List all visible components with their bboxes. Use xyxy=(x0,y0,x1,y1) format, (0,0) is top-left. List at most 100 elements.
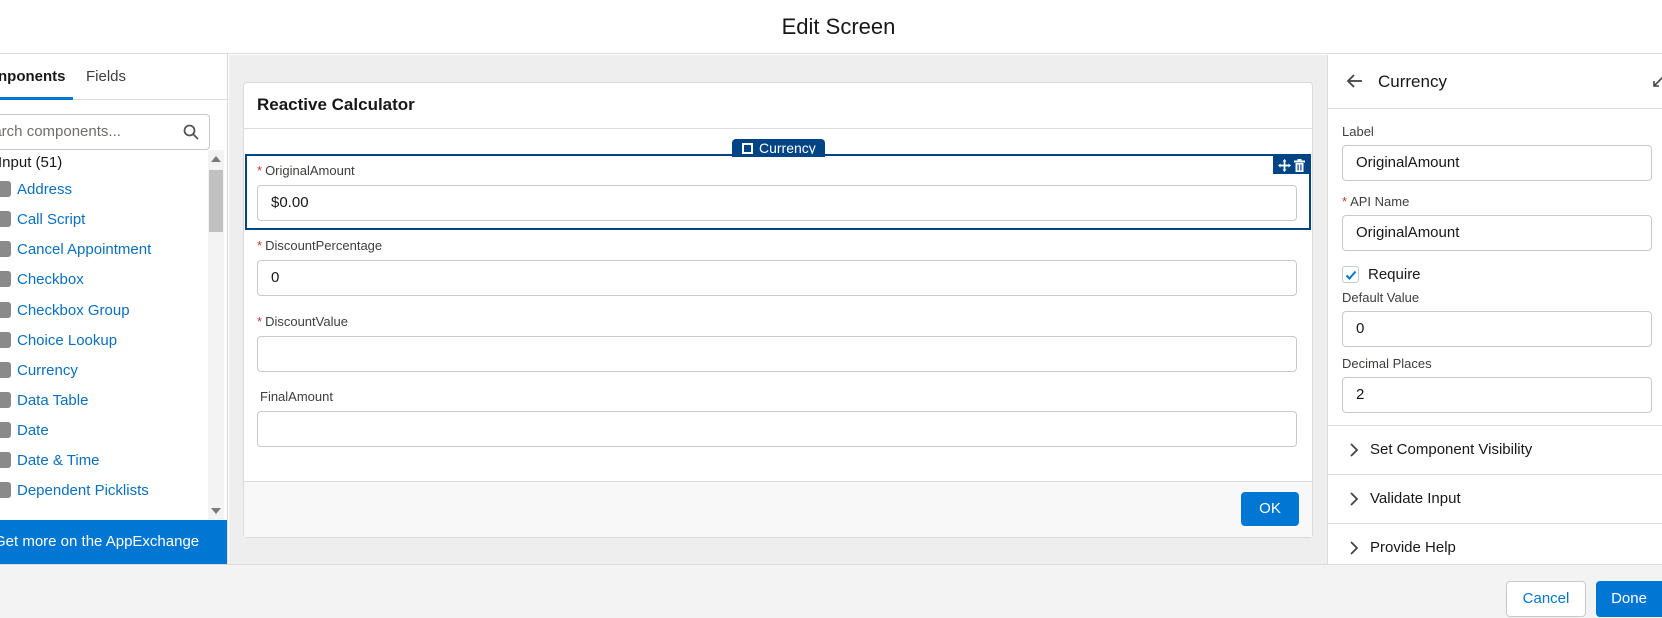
component-item-cancel-appointment[interactable]: Cancel Appointment xyxy=(0,238,151,260)
components-scrollbar[interactable] xyxy=(208,150,224,520)
final-amount-input[interactable] xyxy=(257,411,1297,447)
properties-header: Currency xyxy=(1328,55,1662,109)
decimal-places-label: Decimal Places xyxy=(1342,356,1432,371)
section-validate-input[interactable]: Validate Input xyxy=(1328,474,1662,523)
panel-tabs: nponents Fields xyxy=(0,54,227,100)
component-label: Cancel Appointment xyxy=(17,240,152,258)
cancel-button[interactable]: Cancel xyxy=(1506,581,1586,617)
field-discount-percentage: * DiscountPercentage 0 xyxy=(257,238,1297,296)
components-list: Input (51) Address Call Script Cancel Ap… xyxy=(0,150,208,520)
field-label-text: DiscountValue xyxy=(265,314,348,329)
modal-header: Edit Screen xyxy=(0,0,1662,54)
component-item-date-time[interactable]: Date & Time xyxy=(0,449,100,471)
api-name-label: * API Name xyxy=(1342,194,1652,212)
field-label-text: FinalAmount xyxy=(260,389,333,404)
chevron-right-icon xyxy=(1350,541,1359,555)
component-label: Data Table xyxy=(17,391,89,409)
card-title: Reactive Calculator xyxy=(257,95,415,114)
label-field-label: Label xyxy=(1342,124,1374,139)
section-label-input: Input (51) xyxy=(0,154,63,171)
date-time-icon xyxy=(0,452,11,468)
expand-icon[interactable] xyxy=(1653,75,1662,87)
scroll-down-arrow-icon[interactable] xyxy=(211,508,221,514)
address-icon xyxy=(0,181,11,197)
component-label: Date xyxy=(17,421,49,439)
required-marker: * xyxy=(1342,194,1348,209)
component-item-date[interactable]: Date xyxy=(0,419,49,441)
back-arrow-icon[interactable] xyxy=(1346,72,1364,90)
discount-percentage-input[interactable]: 0 xyxy=(257,260,1297,296)
required-marker: * xyxy=(257,163,263,178)
require-checkbox[interactable] xyxy=(1342,266,1359,283)
card-header: Reactive Calculator xyxy=(244,83,1312,129)
section-label: Set Component Visibility xyxy=(1370,441,1533,458)
field-label-text: OriginalAmount xyxy=(265,163,355,178)
currency-component-icon xyxy=(742,142,753,154)
currency-icon xyxy=(0,362,11,378)
field-original-amount: * OriginalAmount $0.00 xyxy=(257,163,1297,221)
field-label: * DiscountValue xyxy=(257,314,1297,332)
checkmark-icon xyxy=(1345,270,1356,280)
require-checkbox-row[interactable]: Require xyxy=(1342,266,1421,283)
default-value-input[interactable]: 0 xyxy=(1342,311,1652,347)
properties-panel: Currency Label OriginalAmount * API Name … xyxy=(1327,55,1662,564)
field-final-amount: FinalAmount xyxy=(257,389,1297,447)
section-label: Validate Input xyxy=(1370,490,1461,507)
date-icon xyxy=(0,422,11,438)
scroll-up-arrow-icon[interactable] xyxy=(211,156,221,162)
component-item-checkbox[interactable]: Checkbox xyxy=(0,268,84,290)
decimal-places-input[interactable]: 2 xyxy=(1342,377,1652,413)
decimal-places-field: Decimal Places 2 xyxy=(1342,356,1652,413)
call-script-icon xyxy=(0,211,11,227)
chevron-right-icon xyxy=(1350,443,1359,457)
field-discount-value: * DiscountValue xyxy=(257,314,1297,372)
modal-footer: Cancel Done xyxy=(0,564,1662,618)
field-label: FinalAmount xyxy=(257,389,1297,407)
page-title: Edit Screen xyxy=(781,13,896,39)
tab-fields[interactable]: Fields xyxy=(86,54,126,100)
component-item-call-script[interactable]: Call Script xyxy=(0,208,85,230)
component-item-dependent-picklists[interactable]: Dependent Picklists xyxy=(0,479,149,501)
component-item-address[interactable]: Address xyxy=(0,178,72,200)
dependent-picklists-icon xyxy=(0,482,11,498)
component-item-currency[interactable]: Currency xyxy=(0,359,78,381)
component-label: Choice Lookup xyxy=(17,331,118,349)
default-value-label: Default Value xyxy=(1342,290,1420,305)
api-name-input[interactable]: OriginalAmount xyxy=(1342,215,1652,251)
component-label: Dependent Picklists xyxy=(17,481,149,499)
component-item-choice-lookup[interactable]: Choice Lookup xyxy=(0,329,117,351)
search-icon[interactable] xyxy=(183,124,199,140)
component-label: Checkbox Group xyxy=(17,301,130,319)
tab-components[interactable]: nponents xyxy=(0,54,73,100)
scroll-thumb[interactable] xyxy=(209,170,223,232)
api-name-field: * API Name OriginalAmount xyxy=(1342,194,1652,251)
default-value-field: Default Value 0 xyxy=(1342,290,1652,347)
field-label: * DiscountPercentage xyxy=(257,238,1297,256)
label-field: Label OriginalAmount xyxy=(1342,124,1652,181)
field-label-text: DiscountPercentage xyxy=(265,238,383,253)
section-label: Provide Help xyxy=(1370,539,1456,556)
label-input[interactable]: OriginalAmount xyxy=(1342,145,1652,181)
chevron-right-icon xyxy=(1350,492,1359,506)
card-footer: OK xyxy=(244,481,1312,537)
choice-lookup-icon xyxy=(0,332,11,348)
original-amount-input[interactable]: $0.00 xyxy=(257,185,1297,221)
ok-button[interactable]: OK xyxy=(1241,492,1299,526)
appexchange-link[interactable]: Get more on the AppExchange xyxy=(0,520,227,564)
screen-canvas: Reactive Calculator Currency * OriginalA… xyxy=(229,55,1327,564)
properties-title: Currency xyxy=(1378,72,1447,91)
component-item-data-table[interactable]: Data Table xyxy=(0,389,88,411)
component-label: Currency xyxy=(17,361,78,379)
component-item-checkbox-group[interactable]: Checkbox Group xyxy=(0,299,130,321)
search-components-input[interactable]: earch components... xyxy=(0,114,210,150)
section-component-visibility[interactable]: Set Component Visibility xyxy=(1328,425,1662,474)
appexchange-label: Get more on the AppExchange xyxy=(0,533,200,550)
done-button[interactable]: Done xyxy=(1596,581,1662,617)
require-label: Require xyxy=(1368,266,1421,283)
discount-value-input[interactable] xyxy=(257,336,1297,372)
section-provide-help[interactable]: Provide Help xyxy=(1328,523,1662,564)
required-marker: * xyxy=(257,314,263,329)
component-label: Date & Time xyxy=(17,451,100,469)
api-name-label-text: API Name xyxy=(1350,194,1410,209)
field-label: * OriginalAmount xyxy=(257,163,1297,181)
